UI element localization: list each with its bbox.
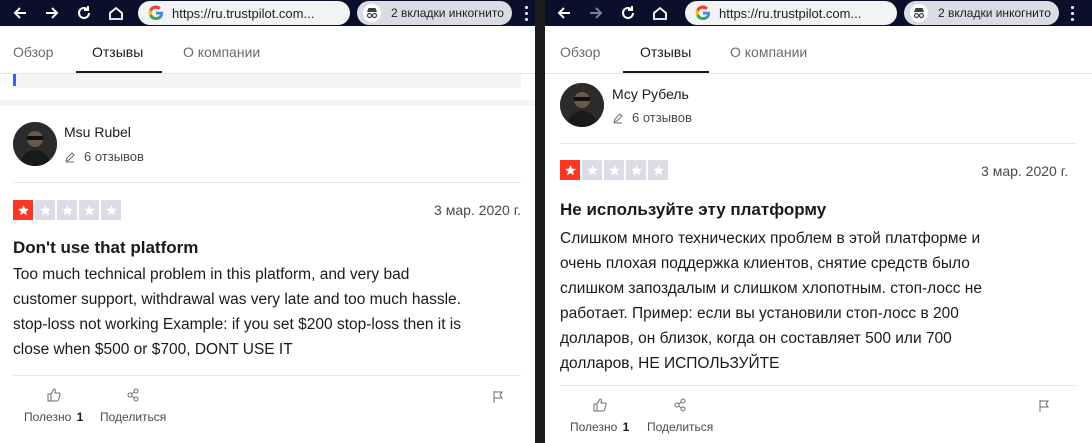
share-button[interactable]: Поделиться [647,398,713,434]
share-label: Поделиться [100,410,167,424]
star-rating [560,160,670,180]
tab-about[interactable]: О компании [183,44,260,60]
address-bar[interactable]: https://ru.trustpilot.com... [138,1,350,25]
star-filled-icon [13,200,33,220]
tab-bar: Обзор Отзывы О компании [545,26,1092,74]
review-body: Слишком много технических проблем в этой… [560,226,1080,376]
address-bar[interactable]: https://ru.trustpilot.com... [685,1,897,25]
home-icon[interactable] [650,3,670,23]
star-empty-icon [101,200,121,220]
incognito-icon [910,4,928,22]
avatar[interactable] [13,122,57,166]
left-pane: https://ru.trustpilot.com... 2 вкладки и… [0,0,535,443]
review-count: 6 отзывов [612,110,692,125]
kebab-menu-icon[interactable] [522,4,530,22]
incognito-label: 2 вкладки инкогнито [391,6,504,20]
review-body-line: слишком запоздалым и слишком хлопотным. … [560,280,982,297]
reload-icon[interactable] [74,3,94,23]
review-body-line: работает. Пример: если вы установили сто… [560,305,959,322]
review-count: 6 отзывов [64,149,144,164]
arrow-right-icon[interactable] [42,3,62,23]
reviewer-name[interactable]: Мсу Рубель [612,86,689,102]
url-text[interactable]: https://ru.trustpilot.com... [719,6,861,21]
browser-toolbar: https://ru.trustpilot.com... 2 вкладки и… [545,0,1092,26]
helpful-label: Полезно [570,420,618,434]
home-icon[interactable] [106,3,126,23]
helpful-count: 1 [622,420,630,434]
browser-toolbar: https://ru.trustpilot.com... 2 вкладки и… [0,0,535,26]
helpful-label: Полезно [24,410,72,424]
helpful-button[interactable]: Полезно 1 [570,398,629,434]
thumbs-up-icon [47,388,61,402]
pencil-icon [613,112,623,123]
kebab-menu-icon[interactable] [1068,4,1076,22]
google-icon [148,5,163,21]
review-title[interactable]: Don't use that platform [13,238,198,258]
split-divider [535,0,545,443]
divider [13,375,521,376]
review-date: 3 мар. 2020 г. [434,202,521,218]
review-title[interactable]: Не используйте эту платформу [560,200,826,220]
review-body-line: очень плохая поддержка клиентов, снятие … [560,255,970,272]
tab-overview[interactable]: Обзор [560,44,600,60]
helpful-count: 1 [76,410,84,424]
star-empty-icon [604,160,624,180]
divider [560,385,1077,386]
review-body-line: Too much technical problem in this platf… [13,266,410,283]
review-body: Too much technical problem in this platf… [13,262,528,362]
arrow-left-icon[interactable] [554,3,574,23]
review-count-label: 6 отзывов [84,149,144,164]
flag-icon[interactable] [491,390,505,404]
flag-icon[interactable] [1037,399,1051,413]
tab-bar: Обзор Отзывы О компании [0,26,535,74]
reviewer-name[interactable]: Msu Rubel [64,124,131,140]
star-empty-icon [648,160,668,180]
tab-active-indicator [623,71,709,73]
previous-card-bottom [13,74,521,88]
arrow-left-icon[interactable] [10,3,30,23]
star-empty-icon [35,200,55,220]
card-gap [0,100,535,106]
review-body-line: customer support, withdrawal was very la… [13,291,461,308]
star-empty-icon [582,160,602,180]
reload-icon[interactable] [618,3,638,23]
incognito-icon [363,4,381,22]
avatar[interactable] [560,83,604,127]
review-date: 3 мар. 2020 г. [981,163,1068,179]
tab-reviews[interactable]: Отзывы [640,44,691,60]
incognito-badge[interactable]: 2 вкладки инкогнито [357,1,512,25]
star-empty-icon [57,200,77,220]
arrow-right-icon[interactable] [586,3,606,23]
share-label: Поделиться [647,420,714,434]
review-body-line: долларов, он близок, когда он составляет… [560,330,952,347]
helpful-button[interactable]: Полезно 1 [24,388,83,424]
star-empty-icon [626,160,646,180]
share-icon [127,388,139,402]
review-body-line: Слишком много технических проблем в этой… [560,230,981,247]
scroll-indicator [13,74,16,86]
thumbs-up-icon [593,398,607,412]
review-body-line: долларов, НЕ ИСПОЛЬЗУЙТЕ [560,355,780,372]
divider [13,182,521,183]
star-rating [13,200,123,220]
incognito-label: 2 вкладки инкогнито [938,6,1051,20]
pencil-icon [65,151,75,162]
review-body-line: close when $500 or $700, DONT USE IT [13,341,293,358]
review-count-label: 6 отзывов [632,110,692,125]
google-icon [695,5,710,21]
url-text[interactable]: https://ru.trustpilot.com... [172,6,314,21]
tab-active-indicator [76,71,162,73]
divider [560,143,1077,144]
star-empty-icon [79,200,99,220]
incognito-badge[interactable]: 2 вкладки инкогнито [904,1,1059,25]
tab-reviews[interactable]: Отзывы [92,44,143,60]
star-filled-icon [560,160,580,180]
review-body-line: stop-loss not working Example: if you se… [13,316,461,333]
tab-about[interactable]: О компании [730,44,807,60]
right-pane: https://ru.trustpilot.com... 2 вкладки и… [545,0,1092,443]
share-icon [674,398,686,412]
share-button[interactable]: Поделиться [100,388,166,424]
tab-overview[interactable]: Обзор [13,44,53,60]
